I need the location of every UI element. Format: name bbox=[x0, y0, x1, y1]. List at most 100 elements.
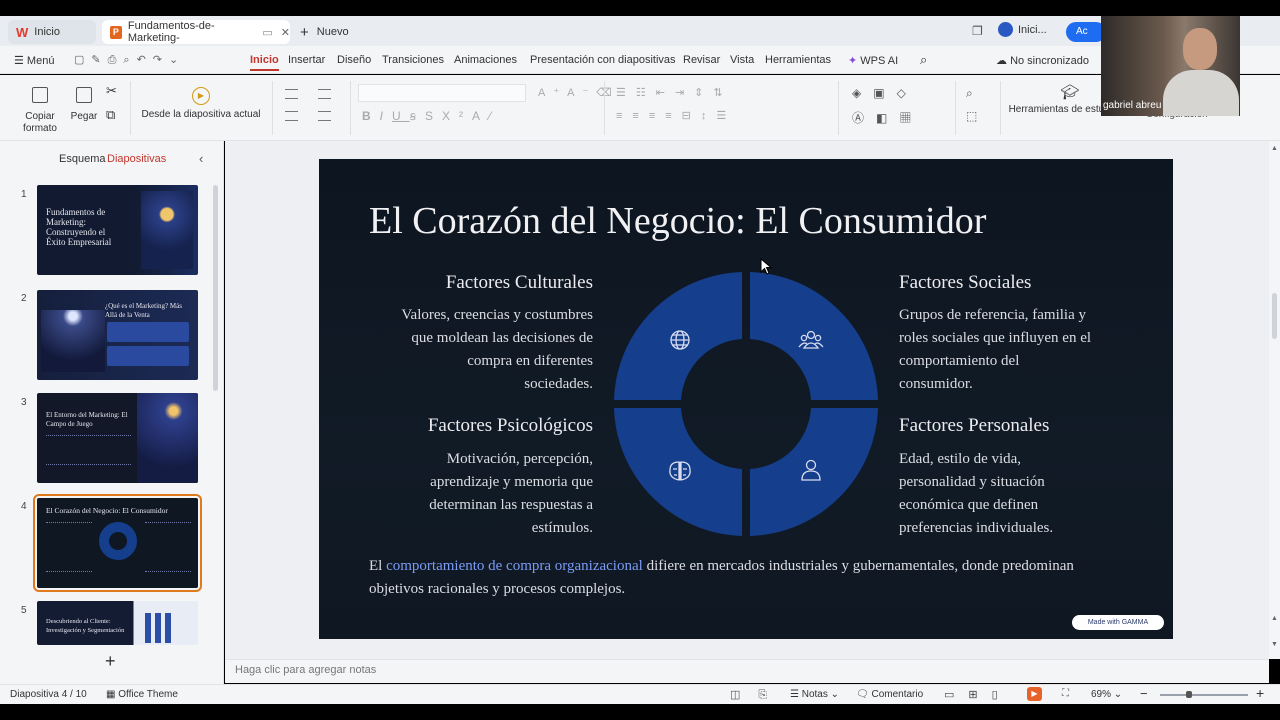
scroll-up-icon[interactable]: ▲ bbox=[1271, 145, 1278, 152]
arrange-buttons[interactable]: Ⓐ◧▦ bbox=[852, 109, 923, 126]
paste-label: Pegar bbox=[70, 111, 98, 122]
menu-inicio[interactable]: Inicio bbox=[250, 54, 279, 71]
reset-icon[interactable] bbox=[318, 111, 331, 121]
thumbnail-title: Fundamentos de Marketing: Construyendo e… bbox=[46, 207, 112, 247]
separator bbox=[272, 81, 273, 135]
menu-revisar[interactable]: Revisar bbox=[683, 54, 720, 66]
list-buttons[interactable]: ☰☷⇤⇥⇕⇅ bbox=[616, 86, 733, 99]
psychological-heading[interactable]: Factores Psicológicos bbox=[428, 415, 593, 437]
cultural-heading[interactable]: Factores Culturales bbox=[446, 272, 593, 294]
personal-text[interactable]: Edad, estilo de vida, personalidad y sit… bbox=[899, 448, 1149, 540]
slide-thumbnail[interactable]: ¿Qué es el Marketing? Más Allá de la Ven… bbox=[37, 290, 198, 380]
text-line: comportamiento del bbox=[899, 353, 1020, 369]
menu-animaciones[interactable]: Animaciones bbox=[454, 54, 517, 66]
ring-segment-cultural bbox=[614, 272, 742, 400]
social-heading[interactable]: Factores Sociales bbox=[899, 272, 1031, 294]
psychological-text[interactable]: Motivación, percepción, aprendizaje y me… bbox=[353, 448, 593, 540]
new-slide-icon[interactable] bbox=[285, 89, 298, 99]
cultural-text[interactable]: Valores, creencias y costumbres que mold… bbox=[353, 304, 593, 396]
find-icon[interactable]: ⌕ bbox=[966, 86, 973, 101]
zoom-out-icon[interactable]: − bbox=[1140, 686, 1148, 701]
tab-outline[interactable]: Esquema bbox=[59, 153, 105, 165]
notes-toggle[interactable]: ☰ Notas ⌄ bbox=[790, 689, 839, 700]
fit-window-icon[interactable]: ⛶ bbox=[1062, 688, 1069, 699]
paste-button[interactable]: Pegar bbox=[64, 87, 104, 123]
account-button[interactable]: Ac bbox=[1066, 22, 1106, 42]
separator bbox=[604, 81, 605, 135]
text-line: Valores, creencias y costumbres bbox=[401, 307, 593, 323]
menu-presentacion[interactable]: Presentación con diapositivas bbox=[530, 54, 676, 66]
play-slideshow-button[interactable]: ▶ bbox=[1027, 687, 1042, 701]
text-line: determinan las respuestas a bbox=[429, 497, 593, 513]
login-button[interactable]: Inici... bbox=[998, 22, 1047, 37]
window-restore-icon[interactable]: ❐ bbox=[972, 24, 983, 38]
text-format-buttons[interactable]: BIUꞩSX²A⁄ bbox=[362, 109, 500, 123]
status-bar: Diapositiva 4 / 10 ▦ Office Theme ◫⎘ ☰ N… bbox=[0, 684, 1280, 704]
section-icon[interactable] bbox=[285, 111, 298, 121]
menu-insertar[interactable]: Insertar bbox=[288, 54, 325, 66]
slide-thumbnail-selected[interactable]: El Corazón del Negocio: El Consumidor bbox=[33, 494, 202, 592]
add-slide-icon[interactable]: + bbox=[105, 651, 116, 672]
zoom-in-icon[interactable]: + bbox=[1256, 685, 1264, 701]
bottom-black-bar bbox=[0, 704, 1280, 720]
from-current-slide-button[interactable]: ▶ Desde la diapositiva actual bbox=[140, 87, 262, 121]
close-tab-icon[interactable]: ✕ bbox=[281, 26, 290, 39]
prev-slide-icon[interactable]: ▲ bbox=[1271, 615, 1278, 622]
slide-thumbnail[interactable]: Fundamentos de Marketing: Construyendo e… bbox=[37, 185, 198, 275]
zoom-slider-thumb[interactable] bbox=[1186, 691, 1192, 698]
slide[interactable]: El Corazón del Negocio: El Consumidor Fa… bbox=[319, 159, 1173, 639]
theme-name[interactable]: ▦ Office Theme bbox=[106, 689, 178, 700]
copy-icon[interactable]: ⧉ bbox=[106, 108, 115, 121]
quick-access-icons[interactable]: ▢✎⎙⌕↶↷⌄ bbox=[74, 53, 185, 67]
text-line: aprendizaje y memoria que bbox=[430, 474, 593, 490]
zoom-level[interactable]: 69% ⌄ bbox=[1091, 689, 1122, 700]
canvas-scrollbar[interactable]: ▲ ▲ ▼ bbox=[1269, 141, 1280, 659]
shape-buttons[interactable]: ◈▣◇ bbox=[852, 86, 918, 100]
comment-button[interactable]: 🗨︎ Comentario bbox=[856, 689, 923, 700]
thumbnail-ring bbox=[99, 522, 137, 560]
sync-status[interactable]: ☁ No sincronizado bbox=[996, 54, 1089, 67]
menu-diseno[interactable]: Diseño bbox=[337, 54, 371, 66]
tab-home[interactable]: W Inicio bbox=[8, 20, 96, 44]
view-tools[interactable]: ◫⎘ bbox=[730, 688, 785, 702]
panel-scrollbar[interactable] bbox=[213, 185, 218, 391]
footer-text-start: El bbox=[369, 558, 387, 574]
slide-thumbnail[interactable]: El Entorno del Marketing: El Campo de Ju… bbox=[37, 393, 198, 483]
menu-wps-ai[interactable]: ✦ WPS AI bbox=[848, 54, 898, 67]
separator bbox=[130, 81, 131, 135]
search-icon[interactable]: ⌕ bbox=[920, 52, 927, 68]
view-mode-buttons[interactable]: ▭⊞▯ bbox=[944, 688, 1012, 701]
layout-icon[interactable] bbox=[318, 89, 331, 99]
made-with-gamma-badge[interactable]: Made with GAMMA bbox=[1072, 615, 1164, 630]
menu-transiciones[interactable]: Transiciones bbox=[382, 54, 444, 66]
copy-format-button[interactable]: Copiar formato bbox=[20, 87, 60, 135]
text-line: personalidad y situación bbox=[899, 474, 1045, 490]
personal-heading[interactable]: Factores Personales bbox=[899, 415, 1049, 437]
next-slide-icon[interactable]: ▼ bbox=[1271, 641, 1278, 648]
align-buttons[interactable]: ≡≡≡≡⊟↕☰ bbox=[616, 109, 736, 122]
zoom-slider[interactable] bbox=[1160, 694, 1248, 696]
font-family-select[interactable] bbox=[358, 84, 526, 102]
font-size-buttons[interactable]: A⁺A⁻⌫ bbox=[538, 86, 620, 99]
cut-icon[interactable]: ✂ bbox=[106, 84, 117, 97]
cloud-icon: ☁ bbox=[996, 55, 1007, 67]
new-tab-button[interactable]: + Nuevo bbox=[300, 22, 349, 42]
text-line: que moldean las decisiones de bbox=[411, 330, 593, 346]
slide-title[interactable]: El Corazón del Negocio: El Consumidor bbox=[369, 199, 986, 243]
select-icon[interactable]: ⬚ bbox=[966, 109, 977, 123]
tab-home-label: Inicio bbox=[34, 26, 60, 38]
social-text[interactable]: Grupos de referencia, familia y roles so… bbox=[899, 304, 1149, 396]
collapse-panel-icon[interactable]: ‹ bbox=[199, 151, 203, 166]
notes-area[interactable]: Haga clic para agregar notas bbox=[225, 659, 1269, 683]
menu-herramientas[interactable]: Herramientas bbox=[765, 54, 831, 66]
tab-document[interactable]: P Fundamentos-de-Marketing- ▭ ✕ bbox=[102, 20, 290, 44]
slide-thumbnail[interactable]: Descubriendo al Cliente: Investigación y… bbox=[37, 601, 198, 645]
main-menu-button[interactable]: ☰ Menú bbox=[14, 54, 54, 67]
slide-footer-text[interactable]: El comportamiento de compra organizacion… bbox=[369, 555, 1129, 601]
scrollbar-thumb[interactable] bbox=[1272, 293, 1277, 339]
from-slide-label: Desde la diapositiva actual bbox=[141, 109, 261, 120]
four-factor-ring-diagram[interactable] bbox=[614, 272, 878, 536]
tab-slides[interactable]: Diapositivas bbox=[107, 153, 166, 165]
menu-vista[interactable]: Vista bbox=[730, 54, 754, 66]
mouse-cursor-icon bbox=[760, 258, 773, 275]
